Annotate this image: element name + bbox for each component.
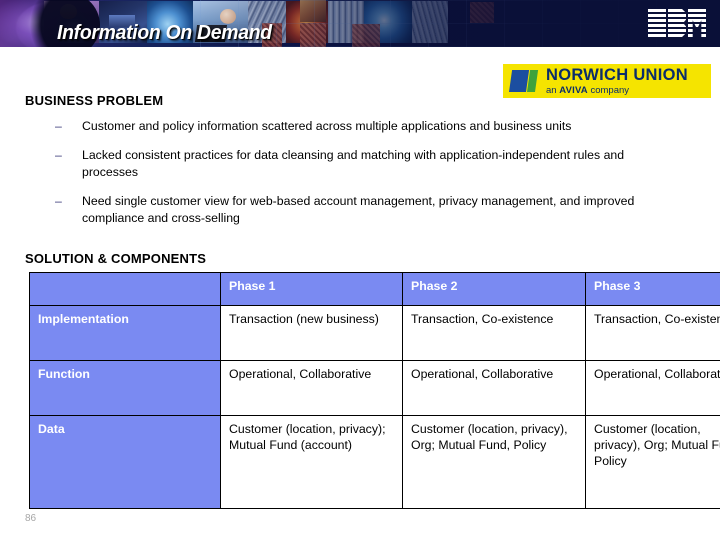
norwich-union-name: NORWICH UNION [546, 66, 689, 84]
tagline-brand: AVIVA [559, 84, 588, 96]
ibm-logo-letter-i [648, 9, 666, 37]
banner-title: Information On Demand [57, 22, 272, 44]
table-cell: Transaction, Co-existence [402, 305, 586, 361]
norwich-union-flag-icon [509, 70, 539, 92]
table-header-cell-phase-2: Phase 2 [402, 272, 586, 306]
norwich-union-logo: NORWICH UNION an AVIVA company [503, 64, 711, 98]
slide-banner: Information On Demand [0, 0, 720, 47]
business-problem-heading: BUSINESS PROBLEM [25, 93, 164, 108]
bullet-text: Lacked consistent practices for data cle… [82, 148, 625, 179]
table-row-label-data: Data [29, 415, 221, 509]
bullet-text: Need single customer view for web-based … [82, 194, 635, 225]
tagline-prefix: an [546, 84, 560, 96]
ibm-logo [648, 9, 706, 37]
table-cell: Transaction, Co-existence [585, 305, 720, 361]
solution-components-table-wrapper: Phase 1 Phase 2 Phase 3 Implementation T… [29, 272, 720, 509]
solution-components-heading: SOLUTION & COMPONENTS [25, 251, 207, 266]
bullet-dash-icon: – [55, 119, 62, 133]
ibm-logo-letter-m [688, 9, 706, 37]
list-item: – Customer and policy information scatte… [55, 118, 680, 135]
list-item: – Need single customer view for web-base… [55, 193, 680, 227]
table-row: Data Customer (location, privacy); Mutua… [29, 415, 720, 509]
table-header-cell-blank [29, 272, 221, 306]
norwich-union-tagline: an AVIVA company [546, 84, 688, 96]
table-cell: Customer (location, privacy), Org; Mutua… [585, 415, 720, 509]
table-row-label-function: Function [29, 360, 221, 416]
table-cell: Operational, Collaborative [585, 360, 720, 416]
table-row: Function Operational, Collaborative Oper… [29, 360, 720, 416]
ibm-logo-letter-b [668, 9, 686, 37]
tagline-suffix: company [587, 84, 630, 96]
table-header-cell-phase-1: Phase 1 [220, 272, 403, 306]
table-header-row: Phase 1 Phase 2 Phase 3 [29, 272, 720, 306]
table-header-cell-phase-3: Phase 3 [585, 272, 720, 306]
table-row-label-implementation: Implementation [29, 305, 221, 361]
business-problem-bullet-list: – Customer and policy information scatte… [55, 118, 680, 239]
bullet-dash-icon: – [55, 194, 62, 208]
table-row: Implementation Transaction (new business… [29, 305, 720, 361]
solution-components-table: Phase 1 Phase 2 Phase 3 Implementation T… [29, 272, 720, 509]
bullet-dash-icon: – [55, 148, 62, 162]
table-cell: Transaction (new business) [220, 305, 403, 361]
bullet-text: Customer and policy information scattere… [82, 119, 572, 133]
list-item: – Lacked consistent practices for data c… [55, 147, 680, 181]
table-cell: Operational, Collaborative [402, 360, 586, 416]
table-cell: Customer (location, privacy); Mutual Fun… [220, 415, 403, 509]
table-cell: Customer (location, privacy), Org; Mutua… [402, 415, 586, 509]
page-number: 86 [25, 513, 37, 524]
table-cell: Operational, Collaborative [220, 360, 403, 416]
